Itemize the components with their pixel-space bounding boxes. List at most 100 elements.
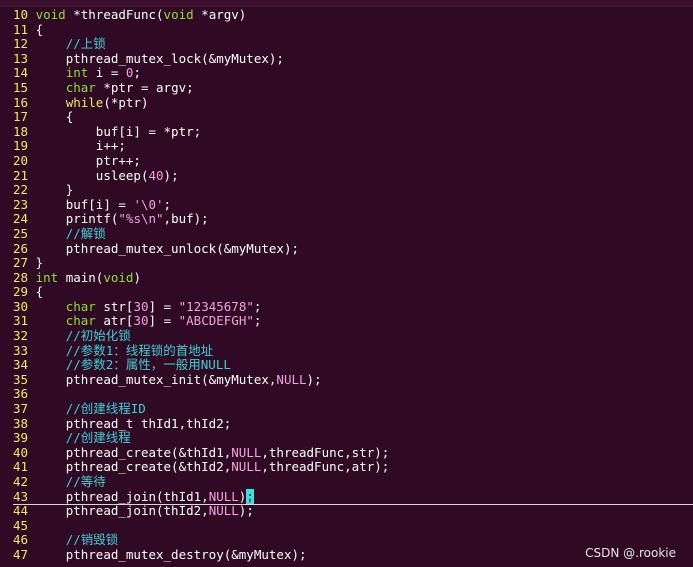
code-line[interactable]: 17 { bbox=[13, 109, 389, 125]
line-number: 43 bbox=[13, 488, 29, 504]
line-number: 35 bbox=[13, 371, 29, 387]
constant: NULL bbox=[276, 371, 307, 387]
control-keyword: while bbox=[65, 94, 104, 110]
code-line[interactable]: 14 int i = 0; bbox=[13, 66, 389, 81]
line-number: 10 bbox=[13, 7, 29, 22]
code-text: pthread_join(thId2, bbox=[35, 503, 209, 519]
code-text: ); bbox=[238, 503, 254, 519]
code-line[interactable]: 46 //销毁锁 bbox=[13, 533, 389, 548]
string-literal: '\0' bbox=[133, 196, 164, 212]
line-number: 15 bbox=[13, 79, 29, 95]
line-number: 13 bbox=[13, 50, 29, 66]
code-comment: //销毁锁 bbox=[65, 532, 119, 548]
constant: NULL bbox=[208, 488, 239, 504]
code-line[interactable]: 42 //等待 bbox=[13, 474, 389, 490]
line-number: 28 bbox=[13, 269, 29, 285]
code-line[interactable]: 32 //初始化锁 bbox=[13, 328, 389, 344]
code-line[interactable]: 23 buf[i] = '\0'; bbox=[13, 196, 389, 213]
line-number: 29 bbox=[13, 284, 29, 300]
code-line[interactable]: 40 pthread_create(&thId1,NULL,threadFunc… bbox=[13, 444, 390, 461]
code-text: { bbox=[35, 109, 74, 125]
line-number: 39 bbox=[13, 430, 29, 446]
code-line[interactable]: 18 buf[i] = *ptr; bbox=[13, 123, 389, 140]
type-keyword: char bbox=[65, 79, 96, 95]
code-line[interactable]: 47 pthread_mutex_destroy(&myMutex); bbox=[13, 546, 389, 563]
line-number: 31 bbox=[13, 313, 29, 329]
code-text: ,threadFunc,atr); bbox=[261, 459, 390, 475]
number-literal: 30 bbox=[133, 298, 149, 314]
code-text: pthread_mutex_unlock(&myMutex); bbox=[35, 240, 299, 256]
line-number: 33 bbox=[13, 342, 29, 358]
code-line[interactable]: 16 while(*ptr) bbox=[13, 94, 389, 111]
code-line[interactable]: 25 //解锁 bbox=[13, 226, 389, 242]
code-line[interactable]: 22 } bbox=[13, 182, 389, 198]
code-line[interactable]: 30 char str[30] = "12345678"; bbox=[13, 298, 389, 315]
line-number: 18 bbox=[13, 123, 29, 139]
code-line[interactable]: 38 pthread_t thId1,thId2; bbox=[13, 415, 389, 432]
code-line-current[interactable]: 43 pthread_join(thId1,NULL); bbox=[13, 488, 693, 505]
code-text: pthread_t thId1,thId2; bbox=[35, 415, 232, 431]
code-line[interactable]: 34 //参数2：属性，一般用NULL bbox=[13, 357, 389, 373]
type-keyword: char bbox=[65, 298, 96, 314]
line-number: 34 bbox=[13, 357, 29, 373]
code-line[interactable]: 41 pthread_create(&thId2,NULL,threadFunc… bbox=[13, 460, 389, 475]
code-text: printf( bbox=[35, 211, 119, 227]
line-number: 47 bbox=[13, 546, 29, 562]
code-line[interactable]: 11 { bbox=[13, 22, 389, 38]
code-line[interactable]: 37 //创建线程ID bbox=[13, 401, 389, 417]
code-line[interactable]: 26 pthread_mutex_unlock(&myMutex); bbox=[13, 240, 389, 257]
code-line[interactable]: 13 pthread_mutex_lock(&myMutex); bbox=[13, 50, 389, 67]
line-number: 37 bbox=[13, 401, 29, 417]
code-text: pthread_create(&thId1, bbox=[35, 444, 232, 460]
watermark: CSDN @.rookie bbox=[585, 546, 676, 560]
code-line[interactable]: 24 printf("%s\n",buf); bbox=[13, 212, 389, 227]
code-editor[interactable]: 10 void *threadFunc(void *argv) 11 {12 //… bbox=[13, 7, 693, 563]
code-line[interactable]: 27 } bbox=[13, 255, 389, 271]
code-text: } bbox=[35, 182, 74, 198]
terminal-window[interactable]: 10 void *threadFunc(void *argv) 11 {12 //… bbox=[0, 0, 693, 567]
code-text: main( bbox=[58, 269, 104, 285]
code-line[interactable]: 39 //创建线程 bbox=[13, 430, 389, 446]
code-text: ptr++; bbox=[35, 152, 141, 168]
string-literal: "ABCDEFGH" bbox=[178, 313, 254, 329]
line-number: 41 bbox=[13, 459, 29, 475]
code-comment: //创建线程ID bbox=[65, 401, 146, 417]
code-line[interactable]: 29 { bbox=[13, 284, 389, 300]
line-number: 26 bbox=[13, 240, 29, 256]
code-line[interactable]: 21 usleep(40); bbox=[13, 168, 389, 184]
code-text: pthread_mutex_init(&myMutex, bbox=[35, 371, 277, 387]
line-number: 12 bbox=[13, 36, 29, 52]
line-number: 46 bbox=[13, 532, 29, 548]
code-line[interactable]: 45 bbox=[13, 518, 389, 534]
code-line[interactable]: 36 bbox=[13, 387, 389, 402]
line-number: 40 bbox=[13, 444, 29, 460]
line-number: 44 bbox=[13, 503, 29, 519]
code-text: buf[i] = *ptr; bbox=[35, 123, 202, 139]
code-line[interactable]: 19 i++; bbox=[13, 139, 389, 154]
code-line[interactable]: 20 ptr++; bbox=[13, 152, 389, 169]
code-line[interactable]: 35 pthread_mutex_init(&myMutex,NULL); bbox=[13, 371, 389, 388]
code-line[interactable]: 28 int main(void) bbox=[13, 269, 389, 286]
code-text: ,buf); bbox=[163, 211, 209, 227]
code-text: { bbox=[35, 284, 44, 300]
code-text: ,threadFunc,str); bbox=[261, 444, 390, 460]
code-line[interactable]: 33 //参数1：线程锁的首地址 bbox=[13, 342, 389, 359]
code-comment: //初始化锁 bbox=[65, 328, 131, 344]
string-literal: "%s\n" bbox=[118, 211, 164, 227]
code-line[interactable]: 44 pthread_join(thId2,NULL); bbox=[13, 503, 389, 519]
code-comment: //参数1：线程锁的首地址 bbox=[65, 342, 214, 358]
code-line[interactable]: 10 void *threadFunc(void *argv) bbox=[13, 7, 389, 23]
code-text: pthread_mutex_destroy(&myMutex); bbox=[35, 546, 307, 562]
code-line[interactable]: 31 char atr[30] = "ABCDEFGH"; bbox=[13, 314, 389, 329]
code-line[interactable]: 15 char *ptr = argv; bbox=[13, 79, 389, 96]
code-line[interactable]: 12 //上锁 bbox=[13, 36, 389, 52]
code-text: i++; bbox=[35, 138, 126, 154]
